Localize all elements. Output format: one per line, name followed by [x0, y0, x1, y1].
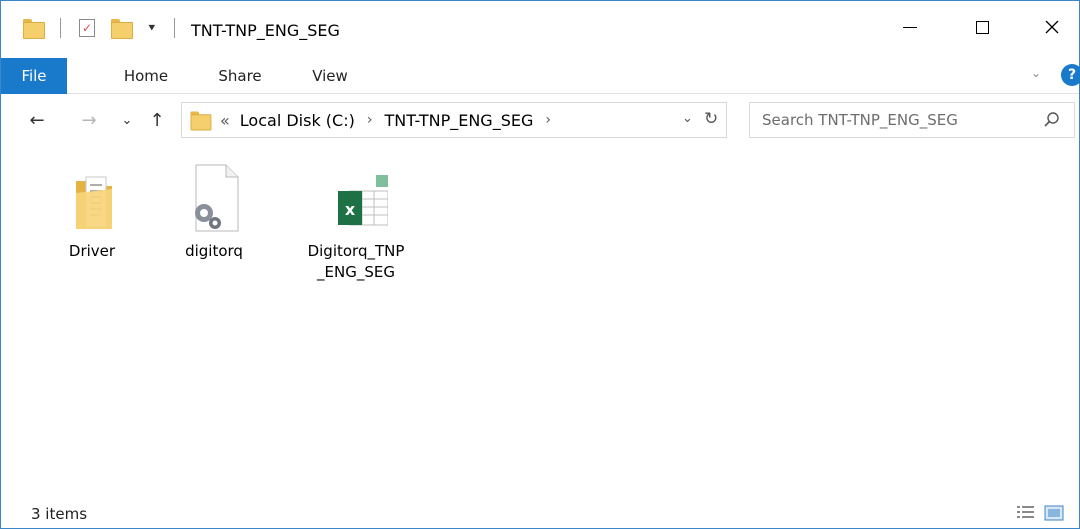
details-view-icon[interactable]: [1015, 503, 1037, 523]
quick-access-folder-icon[interactable]: [23, 15, 45, 41]
address-bar[interactable]: « Local Disk (C:) › TNT-TNP_ENG_SEG › ⌄ …: [181, 102, 727, 138]
help-icon[interactable]: ?: [1061, 64, 1080, 86]
search-box[interactable]: [749, 102, 1075, 138]
file-name: Driver: [68, 242, 116, 260]
tab-view[interactable]: View: [297, 58, 363, 94]
maximize-icon: [975, 20, 989, 34]
search-icon[interactable]: [1042, 110, 1062, 130]
minimize-icon: [903, 26, 917, 28]
window-title: TNT-TNP_ENG_SEG: [191, 21, 340, 40]
tab-share[interactable]: Share: [205, 58, 275, 94]
file-item-driver[interactable]: Driver: [37, 163, 147, 262]
file-item-digitorq[interactable]: digitorq: [159, 163, 269, 262]
breadcrumb-separator[interactable]: ›: [545, 112, 551, 128]
address-history-chevron-icon[interactable]: ⌄: [682, 111, 693, 126]
folder-icon: [60, 163, 124, 233]
title-separator: [60, 15, 61, 41]
tab-file[interactable]: File: [1, 58, 67, 94]
excel-file-icon: x: [324, 163, 389, 233]
settings-file-icon: [182, 163, 246, 233]
svg-text:x: x: [345, 200, 356, 219]
breadcrumb-current-folder[interactable]: TNT-TNP_ENG_SEG: [384, 111, 533, 130]
file-name: Digitorq_TNP_ENG_SEG: [307, 242, 405, 281]
folder-icon: [190, 111, 212, 131]
maximize-button[interactable]: [959, 11, 1005, 43]
status-bar: 3 items: [1, 497, 1079, 529]
customize-toolbar-dropdown-icon[interactable]: ⯆: [147, 15, 157, 41]
ribbon-tabs: File Home Share View ⌄ ?: [1, 58, 1080, 94]
forward-button[interactable]: →: [75, 106, 103, 134]
minimize-button[interactable]: [887, 11, 933, 43]
large-icons-view-icon[interactable]: [1043, 503, 1065, 523]
search-input[interactable]: [750, 103, 1040, 137]
item-count: 3 items: [31, 505, 88, 523]
expand-ribbon-chevron-icon[interactable]: ⌄: [1031, 66, 1041, 80]
close-button[interactable]: [1029, 11, 1075, 43]
breadcrumb-overflow[interactable]: «: [220, 111, 230, 130]
breadcrumb-local-disk[interactable]: Local Disk (C:): [240, 111, 355, 130]
back-button[interactable]: ←: [23, 106, 51, 134]
file-name: digitorq: [185, 242, 243, 260]
close-icon: [1045, 20, 1059, 34]
tab-home[interactable]: Home: [111, 58, 181, 94]
file-list: Driver digitorq x Digitorq_TNP_ENG_SEG: [1, 151, 1079, 491]
file-explorer-window: ✓ ⯆ TNT-TNP_ENG_SEG File Home Share View…: [0, 0, 1080, 529]
recent-locations-chevron-icon[interactable]: ⌄: [113, 106, 141, 134]
file-item-excel[interactable]: x Digitorq_TNP_ENG_SEG: [301, 163, 411, 283]
navigation-bar: ← → ⌄ ↑ « Local Disk (C:) › TNT-TNP_ENG_…: [1, 98, 1079, 144]
properties-icon[interactable]: ✓: [79, 15, 95, 41]
breadcrumb-separator[interactable]: ›: [367, 112, 373, 128]
refresh-icon[interactable]: ↻: [704, 109, 718, 129]
title-separator: [174, 15, 175, 41]
up-button[interactable]: ↑: [143, 106, 171, 134]
new-folder-icon[interactable]: [111, 15, 133, 41]
title-bar: ✓ ⯆ TNT-TNP_ENG_SEG: [1, 1, 1079, 53]
